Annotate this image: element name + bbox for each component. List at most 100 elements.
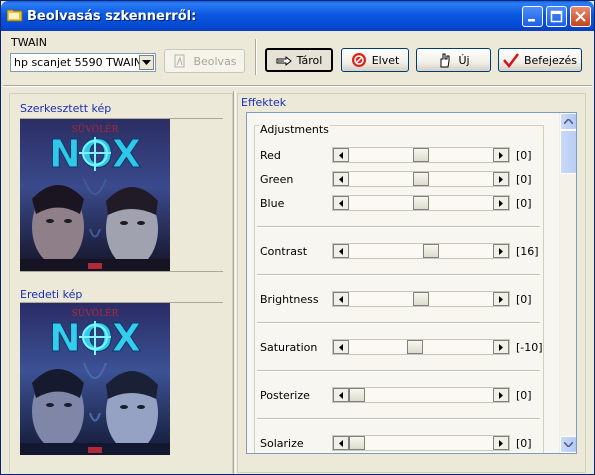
slider-left-arrow[interactable]	[333, 340, 349, 354]
vertical-scrollbar[interactable]	[559, 113, 576, 453]
slider-thumb[interactable]	[413, 172, 429, 186]
effect-separator	[257, 370, 540, 372]
slider-right-arrow[interactable]	[493, 244, 509, 258]
slider-right-arrow[interactable]	[493, 292, 509, 306]
arrow-left-icon	[339, 199, 343, 207]
scroll-up-button[interactable]	[560, 113, 576, 130]
adjustments-title: Adjustments	[259, 123, 330, 136]
slider-thumb[interactable]	[407, 340, 423, 354]
original-image: SÜVÖLÉR NOX	[20, 303, 170, 455]
discard-button-label: Elvet	[371, 53, 400, 67]
slider-value-posterize: [0]	[516, 389, 532, 402]
slider-value-blue: [0]	[516, 197, 532, 210]
hand-icon	[440, 53, 450, 68]
slider-thumb[interactable]	[349, 388, 365, 402]
arrow-right-icon	[499, 247, 503, 255]
slider-thumb[interactable]	[413, 148, 429, 162]
effect-separator	[257, 418, 540, 420]
minimize-button[interactable]	[522, 6, 543, 27]
edited-image: SÜVÖLÉR NOX	[20, 119, 170, 271]
slider-thumb[interactable]	[423, 244, 439, 258]
store-button[interactable]: Tárol	[265, 48, 333, 72]
scanner-select[interactable]: hp scanjet 5590 TWAIN	[10, 53, 156, 72]
edited-image-label: Szerkesztett kép	[20, 102, 112, 115]
slider-label-posterize: Posterize	[260, 389, 310, 402]
slider-saturation[interactable]	[332, 339, 510, 355]
effect-separator	[257, 322, 540, 324]
slider-posterize[interactable]	[332, 387, 510, 403]
scanner-icon	[174, 54, 185, 68]
slider-thumb[interactable]	[413, 196, 429, 210]
effects-scroll-area[interactable]: Adjustments Red [0] Green [0] Blue [0] Contras…	[246, 112, 577, 454]
slider-right-arrow[interactable]	[493, 388, 509, 402]
slider-solarize[interactable]	[332, 435, 510, 451]
arrow-right-icon	[499, 199, 503, 207]
slider-left-arrow[interactable]	[333, 196, 349, 210]
title-bar[interactable]: Beolvasás szkennerről:	[1, 1, 594, 31]
slider-left-arrow[interactable]	[333, 388, 349, 402]
slider-red[interactable]	[332, 147, 510, 163]
chevron-down-icon[interactable]	[139, 55, 154, 70]
slider-label-brightness: Brightness	[260, 293, 319, 306]
slider-left-arrow[interactable]	[333, 292, 349, 306]
slider-value-red: [0]	[516, 149, 532, 162]
slider-right-arrow[interactable]	[493, 148, 509, 162]
slider-thumb[interactable]	[349, 436, 365, 450]
scan-button[interactable]: Beolvas	[164, 49, 245, 73]
arrow-left-icon	[339, 175, 343, 183]
panel-splitter[interactable]	[233, 91, 236, 474]
scroll-down-button[interactable]	[560, 436, 576, 453]
slider-label-solarize: Solarize	[260, 437, 304, 450]
slider-contrast[interactable]	[332, 243, 510, 259]
toolbar-separator	[3, 85, 592, 87]
slider-label-blue: Blue	[260, 197, 285, 210]
slider-left-arrow[interactable]	[333, 436, 349, 450]
arrow-left-icon	[339, 391, 343, 399]
arrow-left-icon	[339, 247, 343, 255]
slider-label-saturation: Saturation	[260, 341, 318, 354]
effect-separator	[257, 274, 540, 276]
maximize-button[interactable]	[546, 6, 567, 27]
checkmark-icon	[503, 53, 519, 68]
arrow-right-icon	[499, 175, 503, 183]
arrow-right-icon	[499, 295, 503, 303]
slider-right-arrow[interactable]	[493, 436, 509, 450]
stop-icon	[351, 53, 366, 67]
arrow-right-icon	[499, 391, 503, 399]
slider-right-arrow[interactable]	[493, 172, 509, 186]
arrow-right-icon	[499, 151, 503, 159]
slider-value-green: [0]	[516, 173, 532, 186]
arrow-left-icon	[339, 439, 343, 447]
toolbar-divider	[255, 39, 257, 75]
slider-brightness[interactable]	[332, 291, 510, 307]
slider-label-red: Red	[260, 149, 281, 162]
new-button-label: Új	[458, 53, 470, 67]
slider-thumb[interactable]	[413, 292, 429, 306]
slider-left-arrow[interactable]	[333, 244, 349, 258]
store-button-label: Tárol	[296, 53, 323, 67]
slider-left-arrow[interactable]	[333, 172, 349, 186]
new-button[interactable]: Új	[416, 48, 491, 72]
arrow-right-icon	[499, 439, 503, 447]
close-icon	[575, 11, 586, 22]
scanner-select-value: hp scanjet 5590 TWAIN	[14, 56, 143, 69]
discard-button[interactable]: Elvet	[341, 48, 409, 72]
slider-right-arrow[interactable]	[493, 196, 509, 210]
slider-value-contrast: [16]	[516, 245, 539, 258]
effect-separator	[257, 226, 540, 228]
slider-blue[interactable]	[332, 195, 510, 211]
slider-value-saturation: [-10]	[516, 341, 543, 354]
maximize-icon	[550, 10, 563, 23]
slider-left-arrow[interactable]	[333, 148, 349, 162]
edited-image-bottom-line	[20, 271, 223, 272]
chevron-up-icon	[564, 119, 573, 124]
close-button[interactable]	[570, 6, 591, 27]
arrow-left-icon	[339, 151, 343, 159]
scan-button-label: Beolvas	[193, 54, 237, 68]
finish-button[interactable]: Befejezés	[498, 48, 582, 72]
scroll-thumb[interactable]	[560, 130, 576, 174]
slider-green[interactable]	[332, 171, 510, 187]
scan-window: Beolvasás szkennerről: TWAIN hp scanjet …	[0, 0, 595, 475]
slider-right-arrow[interactable]	[493, 340, 509, 354]
twain-label: TWAIN	[11, 36, 47, 49]
